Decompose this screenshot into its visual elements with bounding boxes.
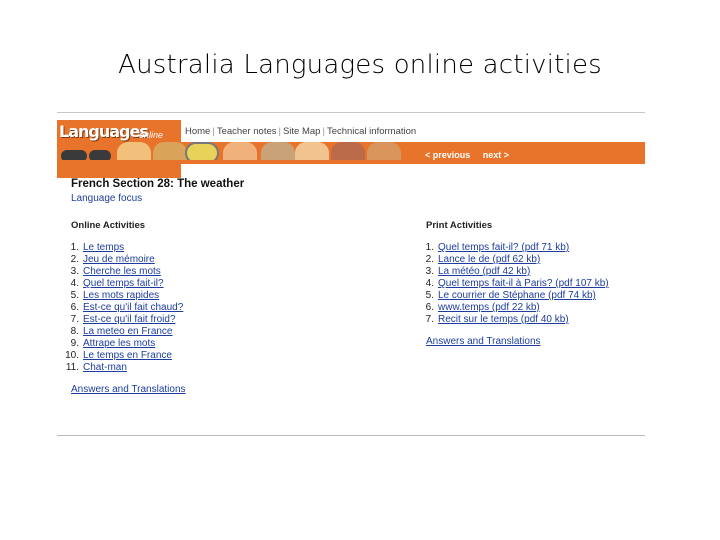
activity-link[interactable]: www.temps (pdf 22 kb) <box>438 302 540 313</box>
activity-link[interactable]: Quel temps fait-il? (pdf 71 kb) <box>438 242 569 253</box>
online-activities-list: 1. Le temps 2. Jeu de mémoire 3. Cherche les … <box>59 242 183 374</box>
list-item-number: 4. <box>425 278 434 289</box>
activity-link[interactable]: Les mots rapides <box>83 290 159 301</box>
list-item-number: 7. <box>425 314 434 325</box>
site-logo: Languages <box>59 122 149 141</box>
top-navigation: Home | Teacher notes | Site Map | Technical in… <box>181 120 645 143</box>
list-item-number: 7. <box>70 314 79 325</box>
print-answers-link[interactable]: Answers and Translations <box>426 336 541 347</box>
nav-site-map-link[interactable]: Site Map <box>283 126 321 137</box>
list-item: 1. Le temps <box>59 242 183 254</box>
list-item-number: 5. <box>425 290 434 301</box>
pager: < previous next > <box>425 150 509 160</box>
list-item-number: 1. <box>425 242 434 253</box>
print-activities-heading: Print Activities <box>426 220 493 231</box>
website-screenshot: Languages online Home | Teacher notes | Site… <box>57 112 645 438</box>
activity-link[interactable]: Lance le de (pdf 62 kb) <box>438 254 540 265</box>
list-item-number: 5. <box>70 290 79 301</box>
nav-teacher-notes-link[interactable]: Teacher notes <box>217 126 277 137</box>
list-item: 8. La meteo en France <box>59 326 183 338</box>
activity-link[interactable]: Le courrier de Stéphane (pdf 74 kb) <box>438 290 596 301</box>
next-link[interactable]: next > <box>483 150 509 160</box>
list-item-number: 2. <box>70 254 79 265</box>
list-item-number: 1. <box>70 242 79 253</box>
online-activities-heading: Online Activities <box>71 220 146 231</box>
list-item: 5. Les mots rapides <box>59 290 183 302</box>
list-item: 6. Est-ce qu'il fait chaud? <box>59 302 184 314</box>
nav-technical-info-link[interactable]: Technical information <box>327 126 416 137</box>
list-item: 3. Cherche les mots <box>59 266 183 278</box>
list-item: 3. La météo (pdf 42 kb) <box>414 266 609 278</box>
previous-link[interactable]: < previous <box>425 150 470 160</box>
activity-link[interactable]: Attrape les mots <box>83 338 155 349</box>
activity-link[interactable]: Cherche les mots <box>83 266 161 277</box>
footer-divider <box>57 435 645 436</box>
activity-link[interactable]: Quel temps fait-il à Paris? (pdf 107 kb) <box>438 278 609 289</box>
list-item-number: 9. <box>70 338 79 349</box>
activity-link[interactable]: Chat-man <box>83 362 127 373</box>
activity-link[interactable]: Recit sur le temps (pdf 40 kb) <box>438 314 569 325</box>
list-item: 4. Quel temps fait-il à Paris? (pdf 107 k… <box>414 278 609 290</box>
print-activities-list: 1. Quel temps fait-il? (pdf 71 kb) 2. Lance… <box>414 242 609 326</box>
activity-link[interactable]: La meteo en France <box>83 326 173 337</box>
list-item-number: 2. <box>425 254 434 265</box>
site-logo-sub: online <box>139 130 164 140</box>
list-item: 1. Quel temps fait-il? (pdf 71 kb) <box>414 242 609 254</box>
list-item: 4. Quel temps fait-il? <box>59 278 183 290</box>
list-item-number: 3. <box>70 266 79 277</box>
list-item: 10. Le temps en France <box>59 350 183 362</box>
list-item: 2. Jeu de mémoire <box>59 254 183 266</box>
activity-link[interactable]: La météo (pdf 42 kb) <box>438 266 530 277</box>
activity-link[interactable]: Quel temps fait-il? <box>83 278 164 289</box>
slide-title: Australia Languages online activities <box>118 50 602 80</box>
list-item-number: 11. <box>65 362 79 373</box>
nav-home-link[interactable]: Home <box>185 126 210 137</box>
online-answers-link[interactable]: Answers and Translations <box>71 384 186 395</box>
activity-link[interactable]: Est-ce qu'il fait chaud? <box>83 302 183 313</box>
list-item-number: 10. <box>65 350 79 361</box>
header-bottom-band <box>57 160 645 164</box>
activity-link[interactable]: Le temps en France <box>83 350 172 361</box>
list-item: 11. Chat-man <box>59 362 183 374</box>
list-item: 6. www.temps (pdf 22 kb) <box>414 302 609 314</box>
list-item: 5. Le courrier de Stéphane (pdf 74 kb) <box>414 290 609 302</box>
page-title: French Section 28: The weather <box>71 178 245 190</box>
list-item: 2. Lance le de (pdf 62 kb) <box>414 254 609 266</box>
language-focus-link[interactable]: Language focus <box>71 193 142 204</box>
activity-link[interactable]: Jeu de mémoire <box>83 254 155 265</box>
nav-links: Home | Teacher notes | Site Map | Technical in… <box>185 126 417 137</box>
activity-link[interactable]: Le temps <box>83 242 124 253</box>
list-item-number: 6. <box>70 302 79 313</box>
list-item: 9. Attrape les mots <box>59 338 183 350</box>
list-item-number: 8. <box>70 326 79 337</box>
list-item: 7. Recit sur le temps (pdf 40 kb) <box>414 314 609 326</box>
browser-edge <box>57 112 645 119</box>
list-item-number: 6. <box>425 302 434 313</box>
list-item: 7. Est-ce qu'il fait froid? <box>59 314 183 326</box>
list-item-number: 4. <box>70 278 79 289</box>
activity-link[interactable]: Est-ce qu'il fait froid? <box>83 314 176 325</box>
list-item-number: 3. <box>425 266 434 277</box>
